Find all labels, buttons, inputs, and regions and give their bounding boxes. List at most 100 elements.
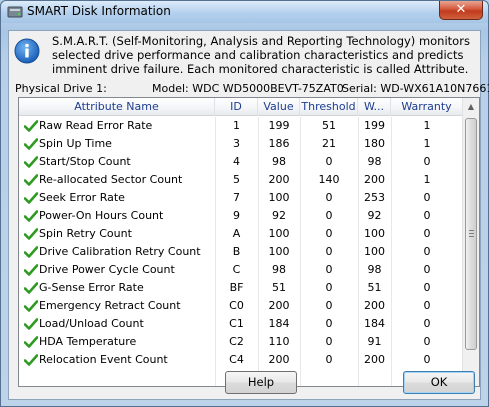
green-check-icon	[23, 246, 39, 258]
table-row[interactable]: Raw Read Error Rate 1 199 51 199 1	[19, 117, 463, 135]
cell-value: 98	[272, 263, 286, 276]
cell-worst: 51	[367, 281, 382, 294]
smart-description: S.M.A.R.T. (Self-Monitoring, Analysis an…	[52, 34, 470, 76]
cell-attribute-name: HDA Temperature	[21, 333, 211, 351]
attribute-name-text: Load/Unload Count	[39, 317, 144, 330]
cell-attribute-name: Emergency Retract Count	[21, 297, 211, 315]
cell-id: C1	[229, 317, 244, 330]
cell-warranty: 0	[423, 263, 431, 276]
cell-threshold: 0	[325, 209, 333, 222]
ok-button[interactable]: OK	[403, 371, 475, 394]
cell-worst: 98	[367, 155, 382, 168]
cell-attribute-name: Relocation Event Count	[21, 351, 211, 369]
cell-value: 100	[268, 191, 290, 204]
vertical-scrollbar[interactable]: ▲ ▼	[462, 98, 479, 386]
help-button[interactable]: Help	[225, 371, 297, 394]
scrollbar-thumb[interactable]	[465, 118, 477, 350]
attribute-name-text: Spin Up Time	[39, 137, 112, 150]
cell-value: 92	[272, 209, 286, 222]
physical-drive-label: Physical Drive 1:	[15, 82, 107, 95]
table-row[interactable]: Relocation Event Count C4 200 0 200 0	[19, 351, 463, 369]
cell-worst: 200	[364, 173, 385, 186]
cell-attribute-name: Re-allocated Sector Count	[21, 171, 211, 189]
column-worst[interactable]: W...	[358, 98, 391, 116]
cell-id: 5	[233, 173, 240, 186]
close-button[interactable]: ✕	[439, 1, 483, 20]
table-row[interactable]: G-Sense Error Rate BF 51 0 51 0	[19, 279, 463, 297]
drive-model: Model: WDC WD5000BEVT-75ZAT0	[152, 82, 344, 95]
list-body: Raw Read Error Rate 1 199 51 199 1 Spin Up Tim…	[19, 117, 463, 386]
cell-threshold: 0	[325, 263, 333, 276]
attribute-name-text: Relocation Event Count	[39, 353, 168, 366]
cell-attribute-name: Spin Retry Count	[21, 225, 211, 243]
cell-worst: 253	[364, 191, 385, 204]
cell-id: A	[232, 227, 241, 240]
cell-warranty: 1	[423, 119, 431, 132]
cell-value: 200	[268, 299, 290, 312]
title-bar[interactable]: SMART Disk Information ✕	[1, 1, 488, 23]
cell-worst: 180	[364, 137, 385, 150]
cell-attribute-name: Start/Stop Count	[21, 153, 211, 171]
green-check-icon	[23, 264, 39, 276]
cell-threshold: 51	[322, 119, 336, 132]
cell-worst: 199	[364, 119, 385, 132]
green-check-icon	[23, 174, 39, 186]
table-row[interactable]: Drive Calibration Retry Count B 100 0 100 0	[19, 243, 463, 261]
table-row[interactable]: Start/Stop Count 4 98 0 98 0	[19, 153, 463, 171]
cell-worst: 98	[367, 263, 382, 276]
table-row[interactable]: Re-allocated Sector Count 5 200 140 200 1	[19, 171, 463, 189]
cell-value: 110	[268, 335, 290, 348]
cell-warranty: 0	[423, 245, 431, 258]
attribute-name-text: G-Sense Error Rate	[39, 281, 144, 294]
cell-threshold: 140	[318, 173, 340, 186]
cell-warranty: 0	[423, 227, 431, 240]
table-row[interactable]: Spin Retry Count A 100 0 100 0	[19, 225, 463, 243]
cell-warranty: 1	[423, 173, 431, 186]
scroll-up-icon[interactable]: ▲	[463, 98, 479, 115]
attribute-name-text: Start/Stop Count	[39, 155, 131, 168]
info-icon	[14, 38, 40, 64]
cell-threshold: 0	[325, 281, 333, 294]
column-attribute-name[interactable]: Attribute Name	[19, 98, 215, 116]
green-check-icon	[23, 300, 39, 312]
cell-id: B	[232, 245, 241, 258]
green-check-icon	[23, 192, 39, 204]
column-warranty[interactable]: Warranty	[391, 98, 463, 116]
table-row[interactable]: Drive Power Cycle Count C 98 0 98 0	[19, 261, 463, 279]
column-id[interactable]: ID	[215, 98, 258, 116]
cell-value: 100	[268, 245, 290, 258]
column-threshold[interactable]: Threshold	[300, 98, 358, 116]
attribute-name-text: Drive Power Cycle Count	[39, 263, 175, 276]
cell-attribute-name: Load/Unload Count	[21, 315, 211, 333]
column-value[interactable]: Value	[258, 98, 300, 116]
smart-attributes-list[interactable]: Attribute Name ID Value Threshold W... W…	[18, 97, 480, 387]
green-check-icon	[23, 318, 39, 330]
attribute-name-text: Power-On Hours Count	[39, 209, 164, 222]
smart-app-icon	[7, 4, 23, 20]
cell-warranty: 0	[423, 155, 431, 168]
cell-worst: 184	[364, 317, 385, 330]
cell-threshold: 0	[325, 335, 333, 348]
drive-info: Physical Drive 1: Model: WDC WD5000BEVT-…	[15, 82, 489, 96]
cell-value: 200	[268, 353, 290, 366]
window-title: SMART Disk Information	[27, 4, 171, 18]
table-row[interactable]: HDA Temperature C2 110 0 91 0	[19, 333, 463, 351]
table-row[interactable]: Power-On Hours Count 9 92 0 92 0	[19, 207, 463, 225]
cell-threshold: 0	[325, 317, 333, 330]
cell-attribute-name: Drive Calibration Retry Count	[21, 243, 211, 261]
smart-dialog-window: SMART Disk Information ✕ S.M.A.R.T. (Sel…	[0, 0, 489, 407]
green-check-icon	[23, 336, 39, 348]
table-row[interactable]: Load/Unload Count C1 184 0 184 0	[19, 315, 463, 333]
cell-id: 1	[233, 119, 240, 132]
cell-attribute-name: Seek Error Rate	[21, 189, 211, 207]
table-row[interactable]: Spin Up Time 3 186 21 180 1	[19, 135, 463, 153]
list-header: Attribute Name ID Value Threshold W... W…	[19, 98, 463, 116]
cell-id: 9	[233, 209, 240, 222]
cell-worst: 100	[364, 245, 385, 258]
table-row[interactable]: Emergency Retract Count C0 200 0 200 0	[19, 297, 463, 315]
attribute-name-text: Emergency Retract Count	[39, 299, 181, 312]
attribute-name-text: Drive Calibration Retry Count	[39, 245, 201, 258]
table-row[interactable]: Seek Error Rate 7 100 0 253 0	[19, 189, 463, 207]
attribute-name-text: Re-allocated Sector Count	[39, 173, 183, 186]
green-check-icon	[23, 228, 39, 240]
